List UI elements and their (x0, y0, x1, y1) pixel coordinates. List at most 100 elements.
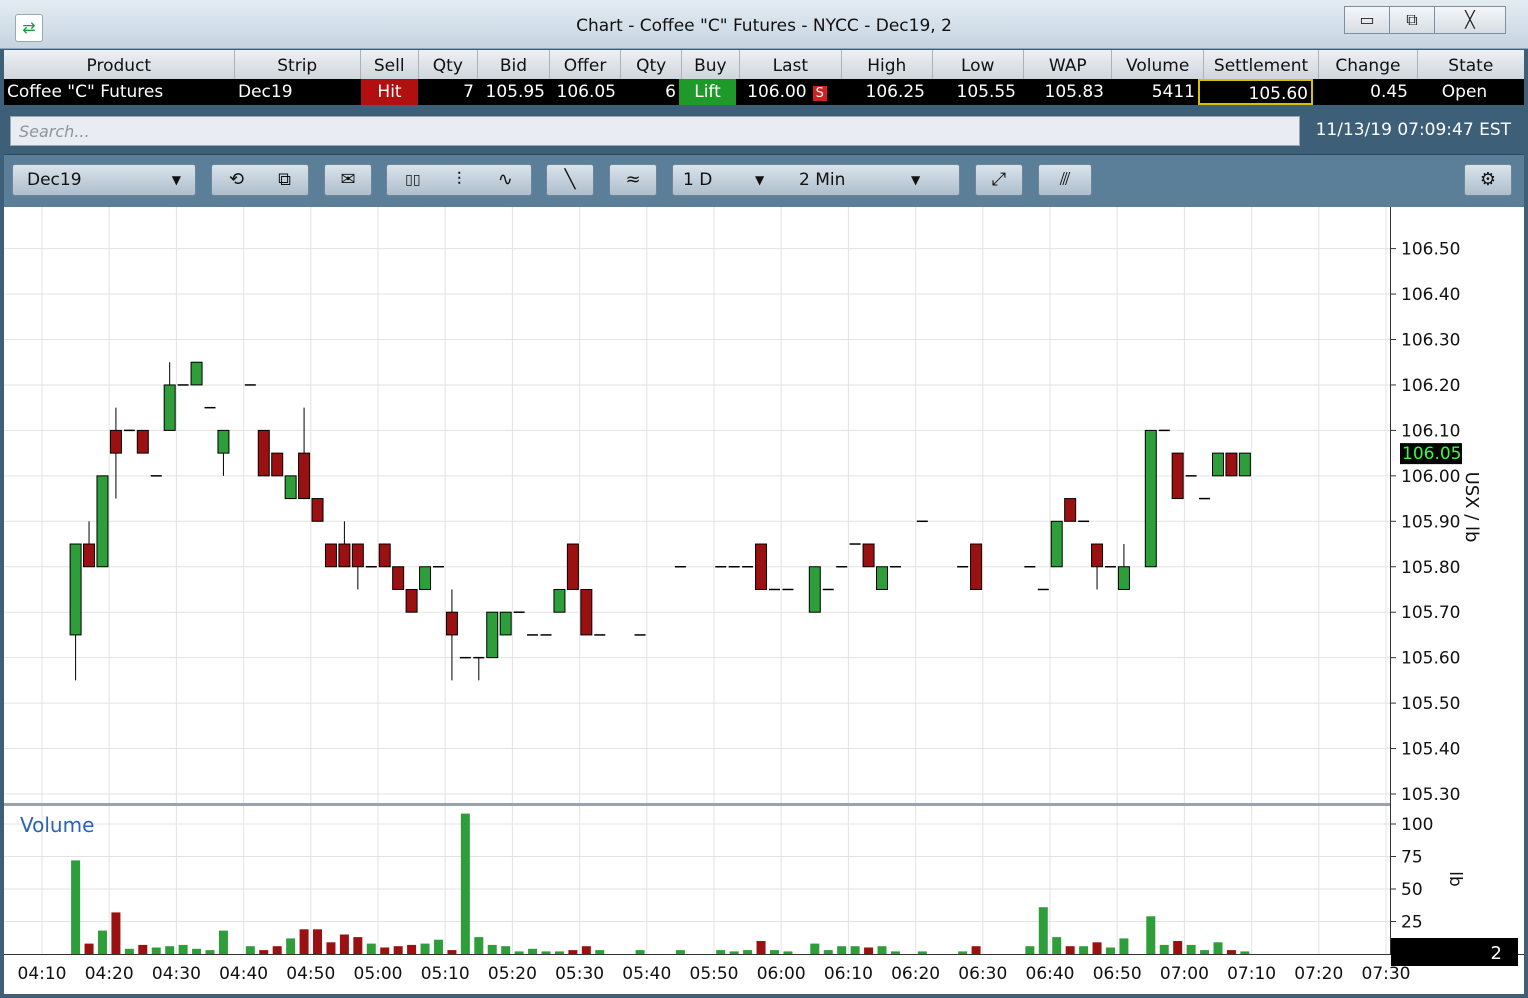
volume-bar (783, 951, 793, 954)
volume-bar (259, 950, 269, 954)
time-tick-label: 06:30 (958, 964, 1007, 984)
header-volume[interactable]: Volume (1112, 50, 1204, 79)
volume-bar (380, 947, 390, 954)
header-wap[interactable]: WAP (1023, 50, 1113, 79)
volume-bar (1052, 937, 1062, 954)
settings-button[interactable]: ⚙ (1464, 164, 1512, 196)
volume-bar (474, 937, 484, 954)
chart-toolbar: Dec19 ▼ ⟲ ⧉ ✉ ▯▯ ⫶ ∿ ╲ ≈ 1 D ▼ 2 Min ▼ ⤢ (4, 154, 1524, 207)
maximize-button[interactable]: ⧉ (1389, 6, 1435, 34)
volume-title: Volume (20, 813, 94, 837)
undo-detach-group: ⟲ ⧉ (211, 164, 309, 196)
candlestick-icon[interactable]: ▯▯ (405, 164, 420, 196)
line-chart-icon[interactable]: ∿ (498, 164, 513, 196)
candle-body (257, 429, 270, 477)
candle-body (862, 543, 875, 568)
quote-row[interactable]: Coffee "C" Futures Dec19 Hit 7 105.95 10… (4, 79, 1524, 105)
volume-bar (675, 950, 685, 954)
last-cell: 106.00 S (736, 79, 838, 105)
ohlc-bar-icon[interactable]: ⫶ (457, 164, 462, 196)
price-tick-label: 105.50 (1401, 694, 1460, 714)
candle-body (499, 611, 512, 636)
draw-line-button[interactable]: ╲ (546, 164, 594, 196)
volume-bar (138, 944, 148, 954)
header-bid[interactable]: Bid (478, 50, 550, 79)
volume-bar (192, 948, 202, 954)
last-flag-badge: S (812, 86, 827, 101)
envelope-chart-button[interactable]: ✉ (324, 164, 372, 196)
product-cell: Coffee "C" Futures (7, 82, 164, 102)
detach-icon[interactable]: ⧉ (278, 164, 291, 196)
header-high[interactable]: High (842, 50, 933, 79)
time-tick-label: 04:10 (18, 964, 67, 984)
header-offer-qty[interactable]: Qty (621, 50, 682, 79)
candlestick-chart[interactable]: 106.50 106.40 106.30 106.20 106.10 106.00 105.… (4, 207, 1524, 994)
volume-bar (554, 951, 564, 954)
header-offer[interactable]: Offer (549, 50, 622, 79)
fit-screen-button[interactable]: ⤢ (975, 164, 1023, 196)
candle-body (1238, 452, 1251, 477)
candle-body (298, 452, 311, 500)
header-low[interactable]: Low (932, 50, 1024, 79)
volume-bar (165, 946, 175, 954)
volume-profile-button[interactable]: ⫻ (1038, 164, 1092, 196)
header-strip[interactable]: Strip (234, 50, 361, 79)
volume-bar (1226, 950, 1236, 954)
volume-bar (837, 946, 847, 954)
volume-bar (245, 946, 255, 954)
time-tick-label: 06:40 (1026, 964, 1075, 984)
search-input[interactable]: Search... (10, 116, 1300, 146)
header-bid-qty[interactable]: Qty (418, 50, 479, 79)
header-last[interactable]: Last (739, 50, 843, 79)
bid-cell[interactable]: 105.95 (477, 79, 548, 105)
price-tick-label: 106.10 (1401, 421, 1460, 441)
volume-bar (1065, 946, 1075, 954)
chart-window: ⇄ Chart - Coffee "C" Futures - NYCC - De… (0, 0, 1528, 998)
volume-bar (205, 950, 215, 954)
volume-tick-label: 100 (1401, 815, 1433, 835)
strip-select[interactable]: Dec19 ▼ (12, 164, 196, 196)
header-buy[interactable]: Buy (681, 50, 740, 79)
hit-button[interactable]: Hit (361, 79, 418, 105)
volume-bar (111, 912, 121, 954)
minimize-button[interactable]: ▭ (1344, 6, 1390, 34)
header-product[interactable]: Product (4, 50, 235, 79)
candle-body (392, 566, 405, 590)
header-state[interactable]: State (1417, 50, 1524, 79)
candle-body (1144, 429, 1157, 568)
draw-line-icon: ╲ (564, 169, 576, 190)
header-settlement[interactable]: Settlement (1203, 50, 1320, 79)
chart-area[interactable]: 106.50 106.40 106.30 106.20 106.10 106.00 105.… (4, 207, 1524, 994)
candle-body (1064, 498, 1077, 522)
close-button[interactable]: ╳ (1434, 6, 1506, 34)
time-tick-label: 05:20 (488, 964, 537, 984)
candle-body (553, 588, 566, 613)
price-tick-label: 106.00 (1401, 467, 1460, 487)
volume-bar (299, 929, 309, 954)
quote-board: Product Strip Sell Qty Bid Offer Qty Buy… (4, 50, 1524, 110)
candle-body (311, 498, 324, 522)
volume-bar (1200, 950, 1210, 954)
candle-body (486, 611, 499, 659)
volume-tick-label: 50 (1401, 880, 1423, 900)
time-tick-label: 07:20 (1294, 964, 1343, 984)
undo-icon[interactable]: ⟲ (229, 164, 244, 196)
chevron-down-icon[interactable]: ▼ (911, 164, 920, 196)
lift-button[interactable]: Lift (679, 79, 736, 105)
candle-body (755, 543, 768, 590)
volume-bar (313, 929, 323, 954)
high-cell: 106.25 (865, 82, 925, 102)
offer-cell[interactable]: 106.05 (548, 79, 619, 105)
volume-bar (393, 946, 403, 954)
interval-select[interactable]: 2 Min (799, 164, 911, 196)
study-button[interactable]: ≈ (609, 164, 657, 196)
header-change[interactable]: Change (1319, 50, 1418, 79)
price-tick-label: 106.50 (1401, 240, 1460, 260)
chevron-down-icon[interactable]: ▼ (755, 164, 799, 196)
wap-cell: 105.83 (1044, 82, 1104, 102)
range-select[interactable]: 1 D (683, 164, 755, 196)
candle-body (324, 543, 337, 568)
volume-bar (769, 950, 779, 954)
title-bar[interactable]: ⇄ Chart - Coffee "C" Futures - NYCC - De… (0, 0, 1528, 49)
header-sell[interactable]: Sell (360, 50, 419, 79)
